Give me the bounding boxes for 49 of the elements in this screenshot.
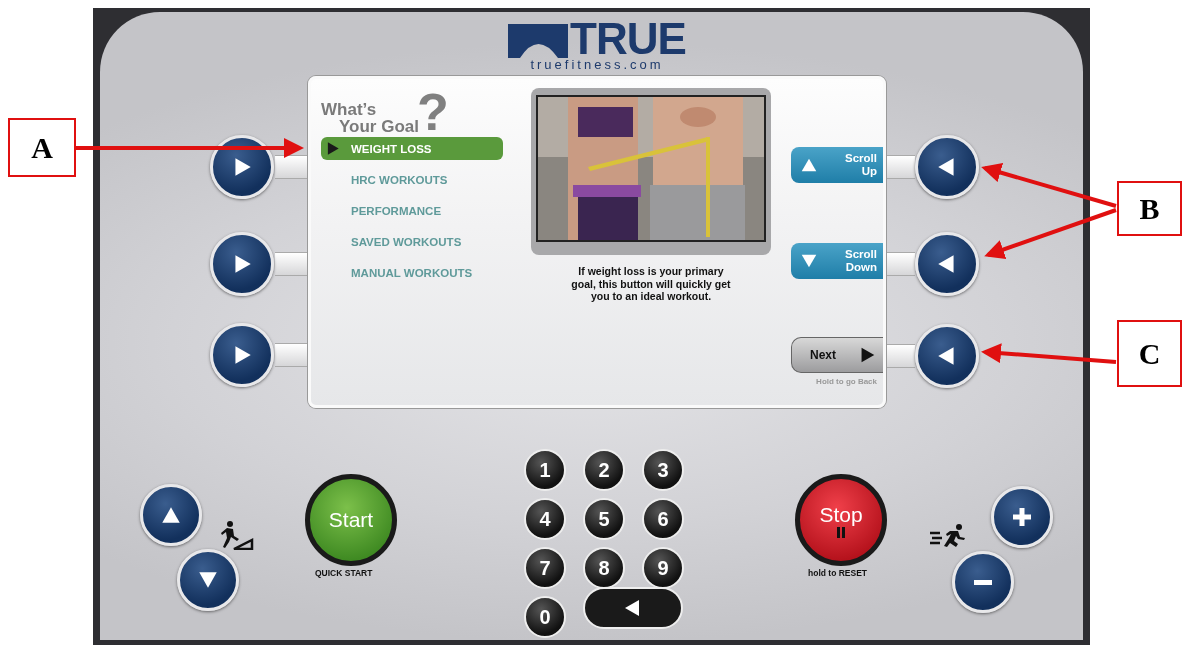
side-button[interactable] <box>915 324 979 388</box>
button-mount <box>275 252 308 276</box>
button-mount <box>887 344 915 368</box>
side-button[interactable] <box>915 232 979 296</box>
keypad-key[interactable]: 6 <box>642 498 684 540</box>
next-button[interactable]: Next <box>791 337 883 373</box>
callout-label: A <box>8 118 76 177</box>
button-mount <box>275 343 308 367</box>
brand-logo: TRUE <box>570 20 686 58</box>
title-text: What’s <box>321 101 378 118</box>
button-mount <box>275 155 308 179</box>
callout-label: C <box>1117 320 1182 387</box>
backspace-key[interactable] <box>583 587 683 629</box>
keypad-key[interactable]: 9 <box>642 547 684 589</box>
keypad-key[interactable]: 3 <box>642 449 684 491</box>
callout-label: B <box>1117 181 1182 236</box>
incline-down-button[interactable] <box>177 549 239 611</box>
keypad-key[interactable]: 4 <box>524 498 566 540</box>
website-url: truefitness.com <box>530 58 664 72</box>
scroll-down-button[interactable]: Scroll Down <box>791 243 883 279</box>
question-mark: ? <box>417 89 449 135</box>
pause-icon <box>836 526 846 538</box>
plus-icon <box>1011 506 1033 528</box>
button-mount <box>887 155 915 179</box>
title-text: Your Goal <box>338 118 419 135</box>
scroll-up-button[interactable]: Scroll Up <box>791 147 883 183</box>
speed-icon <box>930 524 966 548</box>
side-button[interactable] <box>210 135 274 199</box>
hint-text: Hold to go Back <box>816 377 877 386</box>
side-button[interactable] <box>210 232 274 296</box>
keypad-key[interactable]: 2 <box>583 449 625 491</box>
incline-up-button[interactable] <box>140 484 202 546</box>
keypad-key[interactable]: 0 <box>524 596 566 638</box>
stop-button[interactable]: Stop <box>795 474 887 566</box>
caption-text: hold to RESET <box>808 568 868 578</box>
button-mount <box>887 252 915 276</box>
incline-icon <box>220 520 254 550</box>
side-button[interactable] <box>915 135 979 199</box>
keypad-key[interactable]: 8 <box>583 547 625 589</box>
keypad-key[interactable]: 1 <box>524 449 566 491</box>
description-text: If weight loss is your primary goal, this button will quickly get you to an ideal workout. <box>570 265 732 303</box>
minus-icon <box>974 579 992 585</box>
keypad-key[interactable]: 7 <box>524 547 566 589</box>
keypad-key[interactable]: 5 <box>583 498 625 540</box>
speed-up-button[interactable] <box>991 486 1053 548</box>
speed-down-button[interactable] <box>952 551 1014 613</box>
logo-icon <box>508 24 569 58</box>
caption-text: QUICK START <box>315 568 373 578</box>
side-button[interactable] <box>210 323 274 387</box>
